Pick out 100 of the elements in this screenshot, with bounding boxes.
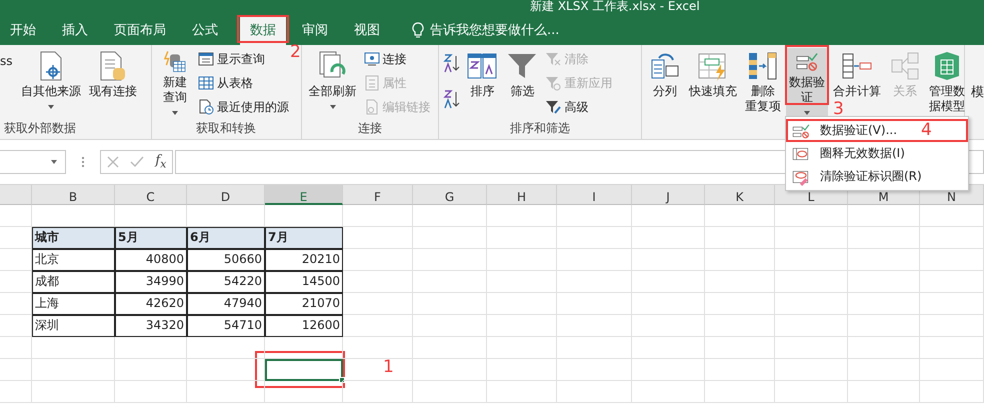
empty-cell [343,293,413,315]
advanced-filter-icon [545,99,562,115]
empty-cell [487,205,557,227]
empty-cell [705,315,775,337]
empty-cell [848,227,920,249]
column-header[interactable]: J [632,185,705,205]
ribbon-button[interactable]: 删除 重复项 [742,48,784,120]
properties-icon [364,75,380,91]
empty-cell [848,205,920,227]
empty-cell [848,381,920,403]
ribbon-button[interactable]: 自其他来源 [18,48,84,120]
empty-cell [487,381,557,403]
ribbon-button[interactable]: 快速填充 [686,48,740,120]
connection-icon [364,51,380,67]
ribbon-tab[interactable]: 插入 [52,15,98,45]
column-header[interactable]: F [343,185,413,205]
column-header[interactable]: C [115,185,187,205]
empty-cell [920,381,984,403]
empty-cell [487,249,557,271]
table-cell: 50660 [187,249,265,271]
table-cell: 上海 [32,293,115,315]
header-cell: 5月 [115,227,187,249]
empty-cell [705,271,775,293]
ribbon-button[interactable]: 从表格 [196,72,291,94]
column-header[interactable]: B [32,185,115,205]
empty-cell [343,205,413,227]
empty-cell [487,359,557,381]
ribbon-button[interactable]: 筛选 [503,48,542,120]
ribbon-button[interactable]: 分列 [646,48,684,120]
menu-item-label: 圈释无效数据(I) [820,145,905,162]
column-header[interactable]: E [265,185,343,205]
ribbon-tab[interactable]: 页面布局 [104,15,176,45]
empty-cell [920,359,984,381]
column-header[interactable]: G [413,185,487,205]
ribbon-button[interactable]: 全部刷新 [306,48,360,120]
select-all-button[interactable] [0,185,32,205]
empty-cell [343,359,413,381]
empty-cell [848,315,920,337]
ribbon-tab[interactable]: 审阅 [292,15,338,45]
column-header[interactable]: H [487,185,557,205]
table-cell: 54220 [187,271,265,293]
menu-item[interactable]: 清除验证标识圈(R) [786,165,968,188]
ribbon-button-label: 模 [970,84,984,102]
group-label: 连接 [356,120,383,137]
sort-ascending-icon [443,53,462,73]
menu-item-label: 数据验证(V)... [820,122,898,139]
column-header[interactable]: D [187,185,265,205]
empty-cell [920,315,984,337]
ribbon-button[interactable]: 连接 [362,48,433,70]
empty-cell [343,271,413,293]
table-cell: 34320 [115,315,187,337]
empty-cell [343,381,413,403]
empty-cell [705,381,775,403]
reapply-icon [545,75,562,91]
table-cell: 42620 [115,293,187,315]
ribbon-button[interactable]: 现有连接 [86,48,140,120]
annotation-number: 3 [833,101,844,118]
ribbon-tab[interactable]: 公式 [182,15,228,45]
insert-function-button[interactable]: f$_{x}$ [155,153,166,171]
annotation-number: 2 [290,44,301,61]
table-cell: 14500 [265,271,343,293]
empty-cell [705,337,775,359]
empty-cell [920,337,984,359]
ribbon-button[interactable]: 排序 [463,48,502,120]
cancel-icon[interactable] [106,156,119,168]
empty-cell [848,293,920,315]
selected-cell[interactable] [265,359,343,381]
ribbon-button[interactable] [443,52,462,74]
empty-cell [920,249,984,271]
menu-item[interactable]: 数据验证(V)... 4 [786,119,968,142]
empty-cell [343,315,413,337]
ribbon-button[interactable]: 高级 [543,96,614,118]
header-cell: 7月 [265,227,343,249]
column-header[interactable]: I [557,185,632,205]
ribbon-button[interactable]: 显示查询 [196,48,291,70]
empty-cell [848,359,920,381]
table-cell: 成都 [32,271,115,293]
empty-cell [487,337,557,359]
ribbon-button[interactable] [443,88,462,110]
empty-cell [920,227,984,249]
empty-cell [705,205,775,227]
empty-cell [487,271,557,293]
remove-duplicates-icon [747,50,779,82]
ribbon-tab[interactable]: 视图 [344,15,390,45]
check-icon[interactable] [130,156,144,168]
menu-item[interactable]: 圈释无效数据(I) [786,142,968,165]
name-box[interactable] [0,150,66,174]
relationships-icon [889,50,921,82]
tell-me-search[interactable]: 告诉我您想要做什么... [430,21,560,39]
column-header[interactable]: K [705,185,775,205]
ribbon-button[interactable]: 新建 查询 [156,48,194,120]
data-validation-icon [792,122,810,140]
empty-cell [487,315,557,337]
ribbon-tab[interactable]: 开始 [0,15,46,45]
caret-icon [51,160,57,164]
ribbon-button-label: ss [0,54,13,68]
empty-cell [487,227,557,249]
ribbon-button[interactable]: 最近使用的源 [196,96,291,118]
header-cell: 城市 [32,227,115,249]
table-cell: 深圳 [32,315,115,337]
